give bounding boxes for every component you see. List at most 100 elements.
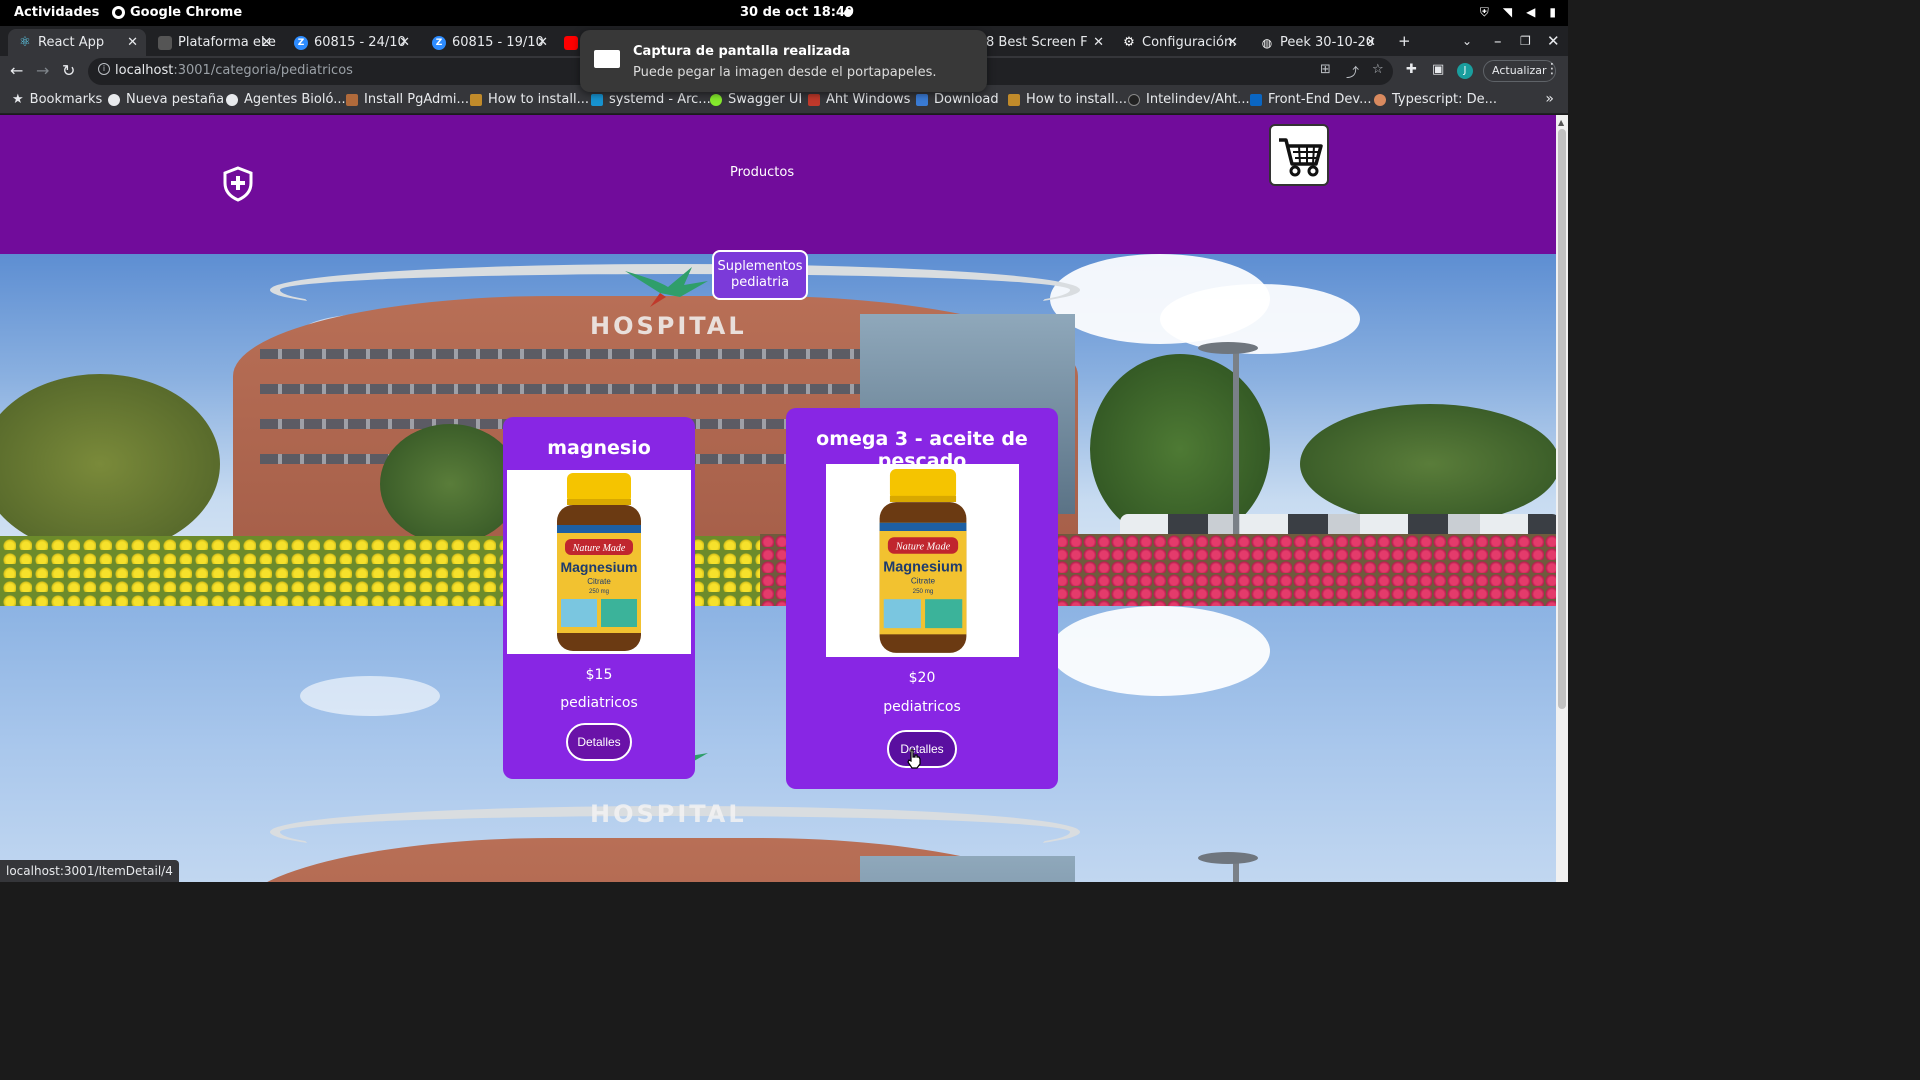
tab-plataforma[interactable]: Plataforma eLe ✕ [148, 29, 280, 56]
tab-zoom-1[interactable]: Z 60815 - 24/10 ✕ [284, 29, 418, 56]
bottle-sub: Citrate [911, 577, 936, 586]
youtube-icon [564, 35, 578, 50]
linkedin-icon [1250, 93, 1262, 106]
share-icon[interactable]: ⤴ [1346, 62, 1359, 81]
page-scrollbar[interactable]: ▲ [1556, 115, 1568, 882]
kebab-menu-icon[interactable]: ⋮ [1545, 61, 1559, 77]
swagger-icon [710, 93, 722, 106]
tab-search-icon[interactable]: ⌄ [1462, 34, 1472, 48]
bookmark-item[interactable]: How to install... [470, 92, 589, 107]
chrome-icon [112, 6, 125, 19]
site-navbar: Productos [0, 115, 1556, 254]
product-card: magnesio Nature Made Magnesium Citrate 2… [503, 417, 695, 779]
bookmark-star-icon[interactable]: ☆ [1372, 62, 1384, 77]
system-tray[interactable]: ⛨ ◥ ◀ ▮ [1480, 5, 1556, 20]
hand-cursor-icon [907, 749, 921, 769]
details-button[interactable]: Detalles [887, 730, 957, 768]
hospital-sign: HOSPITAL [590, 800, 747, 828]
hospital-background-image: HOSPITAL [0, 254, 1556, 606]
nav-link-products[interactable]: Productos [730, 165, 794, 180]
scroll-up-icon[interactable]: ▲ [1558, 118, 1564, 127]
extensions-icon[interactable]: ✚ [1406, 62, 1417, 77]
bookmark-item[interactable]: Agentes Bioló... [226, 92, 346, 107]
scrollbar-thumb[interactable] [1558, 129, 1566, 709]
clock[interactable]: 30 de oct 18:49 [740, 5, 854, 20]
site-info-icon[interactable]: i [98, 63, 110, 75]
side-panel-icon[interactable]: ▣ [1432, 62, 1444, 77]
tab-label: React App [38, 35, 105, 50]
close-tab-icon[interactable]: ✕ [261, 35, 272, 50]
close-tab-icon[interactable]: ✕ [1093, 35, 1104, 50]
bookmark-item[interactable]: systemd - Arc... [591, 92, 711, 107]
bottle-dose: 250 mg [589, 589, 609, 595]
bookmark-item[interactable]: Swagger UI [710, 92, 802, 107]
bottle-dose: 250 mg [913, 588, 934, 595]
tab-zoom-2[interactable]: Z 60815 - 19/10 ✕ [422, 29, 556, 56]
cart-button[interactable] [1269, 124, 1329, 186]
bottle-sub: Citrate [587, 577, 611, 586]
url-text[interactable]: localhost:3001/categoria/pediatricos [115, 63, 353, 78]
gear-icon: ⚙ [1123, 35, 1135, 50]
restore-icon[interactable]: ❐ [1520, 34, 1531, 48]
product-image: Nature Made Magnesium Citrate 250 mg [507, 470, 691, 654]
bookmark-item[interactable]: Intelindev/Aht... [1128, 92, 1250, 107]
tab-label: 60815 - 19/10 [452, 35, 544, 50]
site-icon [470, 93, 482, 106]
translate-icon[interactable]: ⊞ [1320, 62, 1331, 77]
screenshot-thumbnail-icon [594, 50, 620, 68]
page-viewport: Productos HOSPITAL HOSPITAL Suplementos … [0, 115, 1556, 882]
back-icon[interactable]: ← [10, 61, 23, 80]
category-button[interactable]: Suplementos pediatria [712, 250, 808, 300]
bookmark-item[interactable]: Aht Windows [808, 92, 910, 107]
shield-plus-icon[interactable] [222, 166, 254, 202]
new-tab-icon[interactable]: + [1398, 32, 1411, 50]
star-icon: ★ [12, 92, 24, 107]
activities-button[interactable]: Actividades [14, 5, 99, 20]
arch-icon [591, 93, 603, 106]
bookmark-item[interactable]: Typescript: De... [1374, 92, 1497, 107]
details-button[interactable]: Detalles [566, 723, 632, 761]
app-menu[interactable]: Google Chrome [112, 5, 242, 20]
product-price: $20 [908, 670, 936, 686]
zoom-icon: Z [294, 35, 308, 50]
bookmark-item[interactable]: Download [916, 92, 999, 107]
tab-react-app[interactable]: ⚛ React App ✕ [8, 29, 146, 56]
tab-best-screen[interactable]: 8 Best Screen F ✕ [976, 29, 1112, 56]
minimize-icon[interactable]: – [1494, 32, 1502, 50]
globe-icon [226, 93, 238, 106]
close-tab-icon[interactable]: ✕ [1227, 35, 1238, 50]
forward-icon[interactable]: → [36, 61, 49, 80]
hospital-background-image: HOSPITAL [0, 606, 1556, 882]
notification-title: Captura de pantalla realizada [633, 44, 851, 59]
shopping-cart-icon [1279, 138, 1323, 177]
product-price: $15 [585, 667, 613, 683]
screenshot-notification[interactable]: Captura de pantalla realizada Puede pega… [580, 30, 987, 92]
profile-avatar[interactable]: J [1457, 63, 1473, 79]
react-icon: ⚛ [19, 35, 31, 50]
close-tab-icon[interactable]: ✕ [127, 35, 138, 50]
globe-icon: ◍ [1261, 35, 1273, 50]
tab-peek[interactable]: ◍ Peek 30-10-20 ✕ [1250, 29, 1384, 56]
keyboard-icon [158, 35, 172, 50]
product-category: pediatricos [883, 699, 961, 715]
close-tab-icon[interactable]: ✕ [1365, 35, 1376, 50]
site-icon [1008, 93, 1020, 106]
bookmark-item[interactable]: Front-End Dev... [1250, 92, 1372, 107]
more-bookmarks-icon[interactable]: » [1545, 91, 1554, 107]
bookmark-item[interactable]: Nueva pestaña [108, 92, 224, 107]
tab-label: Configuración: [1142, 35, 1237, 50]
bookmark-item[interactable]: How to install... [1008, 92, 1127, 107]
tab-label: 8 Best Screen F [986, 35, 1088, 50]
bookmark-item[interactable]: Install PgAdmi... [346, 92, 469, 107]
notification-dot [844, 9, 852, 17]
tab-label: Peek 30-10-20 [1280, 35, 1375, 50]
close-window-icon[interactable]: ✕ [1547, 32, 1560, 50]
reload-icon[interactable]: ↻ [62, 61, 75, 80]
volume-icon: ◀ [1526, 5, 1536, 19]
tab-youtube[interactable] [560, 29, 582, 56]
hummingbird-logo [625, 267, 708, 307]
close-tab-icon[interactable]: ✕ [399, 35, 410, 50]
tab-configuracion[interactable]: ⚙ Configuración: ✕ [1112, 29, 1246, 56]
bookmark-item[interactable]: ★ Bookmarks [12, 92, 102, 107]
close-tab-icon[interactable]: ✕ [537, 35, 548, 50]
